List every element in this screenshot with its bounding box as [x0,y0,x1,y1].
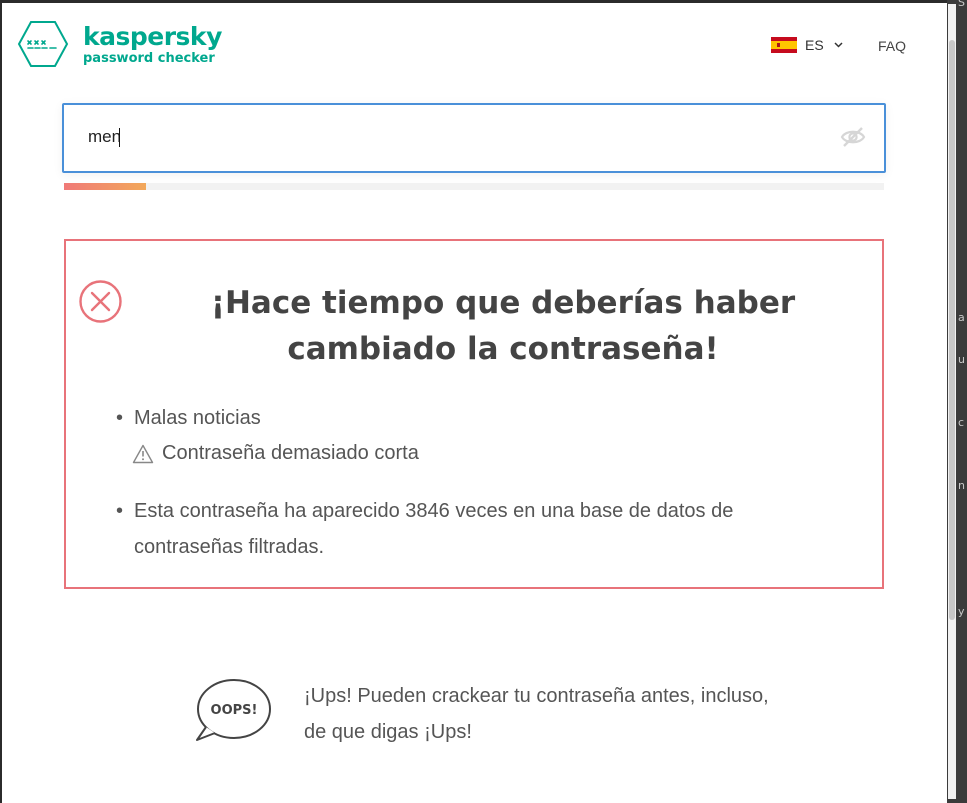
language-selector[interactable]: ES [771,37,843,53]
eye-off-icon[interactable] [840,125,866,149]
scrollbar-thumb[interactable] [949,40,955,620]
bullet-bad-news: Malas noticias [134,407,261,429]
faq-link[interactable]: FAQ [878,38,906,54]
bullet-breach-count: Esta contraseña ha aparecido 3846 veces … [134,500,734,558]
oops-label: OOPS! [211,703,258,718]
strength-meter-fill [64,183,146,190]
side-letter: a [958,311,965,324]
chevron-down-icon [834,42,843,48]
bullet-dot: • [116,500,124,522]
tip-text: ¡Ups! Pueden crackear tu contraseña ante… [304,685,769,743]
language-code: ES [805,37,824,53]
side-letter: S [958,0,965,9]
error-x-circle-icon [79,280,122,323]
bullet-dot: • [116,407,124,429]
warning-triangle-icon [132,444,154,463]
spain-flag-icon [771,37,797,53]
result-title: ¡Hace tiempo que deberías haber cambiado… [210,285,796,367]
logo-badge-icon [17,21,69,67]
oops-speech-bubble-icon: OOPS! [196,679,271,741]
strength-meter-track [64,183,884,190]
warning-text: Contraseña demasiado corta [162,442,419,464]
text-caret [119,128,120,147]
brand-name: kaspersky [83,21,222,51]
side-letter: y [958,605,965,618]
side-letter: c [958,416,965,429]
window-left-border [0,0,2,803]
brand-subtitle: password checker [83,50,215,66]
password-input[interactable] [88,125,788,149]
side-letter: u [958,353,965,366]
kaspersky-logo[interactable]: kaspersky password checker [17,20,222,68]
warning-row: Contraseña demasiado corta [132,442,419,465]
password-field[interactable] [62,103,886,173]
window-top-border [0,0,967,3]
side-letter: n [958,479,965,492]
